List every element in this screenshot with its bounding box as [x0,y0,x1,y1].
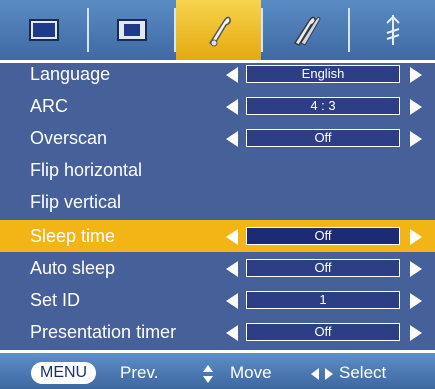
picture-icon [28,19,59,41]
menu-item-label: Flip vertical [30,192,122,212]
menu-item-label: Sleep time [30,226,116,246]
menu-item-label: Set ID [30,290,81,310]
tab-input[interactable] [350,0,435,60]
select-hint: Select [339,363,387,382]
right-arrow-icon[interactable] [410,325,422,341]
left-arrow-icon[interactable] [226,325,238,341]
prev-hint: Prev. [120,363,159,382]
menu-item-sleep-time[interactable]: Sleep time Off [0,220,435,252]
left-arrow-icon[interactable] [226,67,238,83]
value-box[interactable]: Off [246,323,400,341]
menu-item-presentation-timer[interactable]: Presentation timer Off [0,316,435,348]
right-arrow-icon[interactable] [410,293,422,309]
menu-item-set-id[interactable]: Set ID 1 [0,284,435,316]
menu-item-label: ARC [30,96,69,116]
osd-menu: Language English ARC 4 : 3 Overscan Off Flip h… [0,0,435,389]
menu-key-badge: MENU [31,362,97,384]
value-box[interactable]: 4 : 3 [246,97,400,115]
left-arrow-icon[interactable] [226,293,238,309]
bottom-bar: MENU Prev. Move Select [0,350,435,389]
option2-icon [293,16,321,46]
up-down-icon [203,365,213,383]
input-icon [385,15,400,45]
value-box[interactable]: Off [246,227,400,245]
menu-item-flip-horizontal[interactable]: Flip horizontal [0,154,435,186]
menu-item-language[interactable]: Language English [0,58,435,90]
value-box[interactable]: Off [246,129,400,147]
tab-option2[interactable] [263,0,348,60]
menu-item-label: Overscan [30,128,108,148]
option-icon [208,16,231,47]
right-arrow-icon[interactable] [410,131,422,147]
value-box[interactable]: English [246,65,400,83]
right-arrow-icon[interactable] [410,261,422,277]
menu-item-label: Language [30,64,111,84]
right-arrow-icon[interactable] [410,67,422,83]
menu-item-label: Presentation timer [30,322,177,342]
menu-item-label: Flip horizontal [30,160,143,180]
menu-item-auto-sleep[interactable]: Auto sleep Off [0,252,435,284]
screen-icon [116,19,147,41]
left-right-icon [311,368,333,380]
value-box[interactable]: Off [246,259,400,277]
menu-item-arc[interactable]: ARC 4 : 3 [0,90,435,122]
left-arrow-icon[interactable] [226,131,238,147]
menu-item-label: Auto sleep [30,258,116,278]
left-arrow-icon[interactable] [226,229,238,245]
move-hint: Move [230,363,272,382]
tab-option[interactable] [176,0,261,60]
menu-item-overscan[interactable]: Overscan Off [0,122,435,154]
right-arrow-icon[interactable] [410,99,422,115]
tab-bar [0,0,435,63]
tab-screen[interactable] [89,0,174,60]
right-arrow-icon[interactable] [410,229,422,245]
left-arrow-icon[interactable] [226,99,238,115]
menu-item-flip-vertical[interactable]: Flip vertical [0,186,435,218]
left-arrow-icon[interactable] [226,261,238,277]
value-box[interactable]: 1 [246,291,400,309]
tab-picture[interactable] [0,0,87,60]
